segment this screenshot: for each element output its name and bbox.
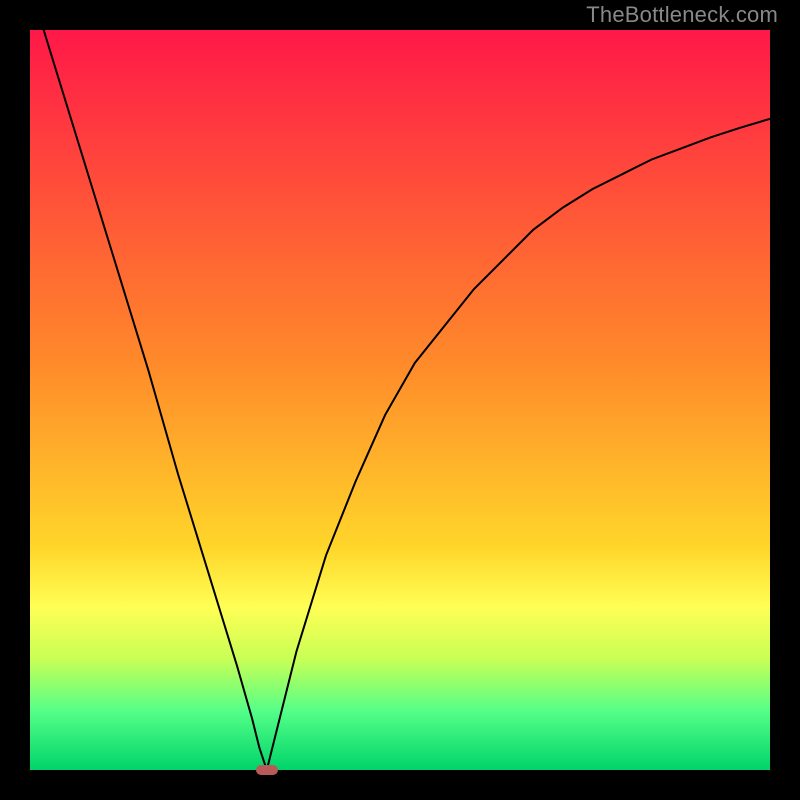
chart-container: TheBottleneck.com xyxy=(0,0,800,800)
watermark-label: TheBottleneck.com xyxy=(586,2,778,28)
minimum-marker xyxy=(256,765,278,775)
plot-area xyxy=(30,30,770,770)
curve-layer xyxy=(30,30,770,770)
curve-left xyxy=(30,30,267,770)
curve-right xyxy=(267,119,770,770)
